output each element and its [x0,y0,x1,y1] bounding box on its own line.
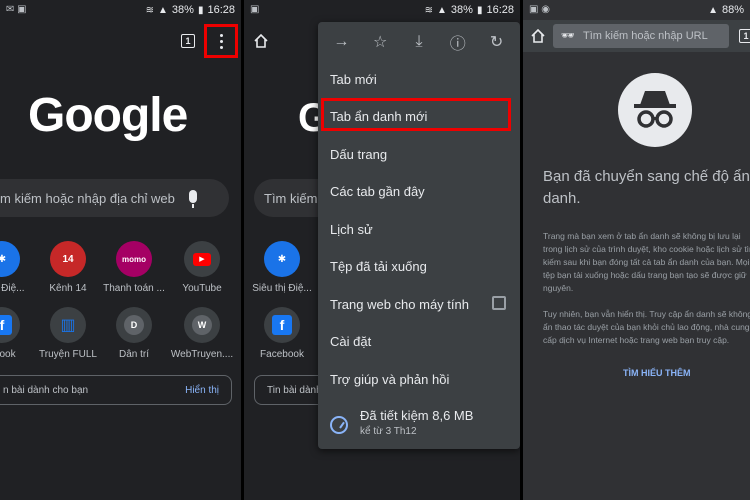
info-icon[interactable]: ⓘ [446,30,470,54]
incognito-icon [618,73,692,147]
home-icon[interactable] [531,29,545,43]
google-logo: Google [28,89,188,142]
battery-level: 38% [450,4,473,16]
signal-icon: ▲ [708,4,718,16]
letter-w-icon: W [184,307,220,343]
battery-icon: ▮ [476,4,483,16]
battery-level: 88% [721,4,744,16]
signal-icon: ▲ [437,4,447,16]
feed-header: n bài dành cho bạn Hiển thị [0,375,232,405]
book-icon: ▥ [50,307,86,343]
shortcut-label: WebTruyen.... [170,349,234,360]
search-input[interactable]: m kiếm hoặc nhập địa chỉ web [0,179,229,217]
shortcut-tile[interactable]: f ebook [0,307,34,360]
feed-show-link[interactable]: Hiển thị [185,385,219,396]
shortcut-label: Kênh 14 [49,283,87,294]
data-saver-icon [330,416,348,434]
tab-switcher-button[interactable]: 1 [181,34,195,48]
shortcut-tile[interactable]: f Facebook [250,307,314,360]
letter-d-icon: D [116,307,152,343]
shortcut-label: Truyện FULL [39,349,97,360]
overflow-menu: → ☆ ⤓ ⓘ ↻ Tab mới Tab ẩn danh mới Dấu tr… [318,22,520,449]
status-bar: ✉ ▣ ≋ ▲ 38% ▮ 16:28 [0,0,241,20]
facebook-icon: f [264,307,300,343]
shortcut-tile[interactable]: D Dân trí [102,307,166,360]
url-input[interactable]: 🕶 Tìm kiếm hoặc nhập URL [553,24,729,48]
shortcut-label: YouTube [182,283,222,294]
signal-icon: ▲ [158,4,168,16]
menu-item-recent-tabs[interactable]: Các tab gần đây [330,184,425,199]
feed-label: n bài dành cho bạn [3,384,89,396]
shortcut-label: Facebook [260,349,304,360]
url-placeholder: Tìm kiếm hoặc nhập URL [583,30,708,42]
clock: 16:28 [207,4,235,16]
menu-item-history[interactable]: Lịch sử [330,222,373,237]
menu-toolbar: → ☆ ⤓ ⓘ ↻ [318,22,520,62]
menu-item-desktop-site[interactable]: Trang web cho máy tính [330,297,469,312]
menu-item-new-tab[interactable]: Tab mới [330,72,377,87]
download-icon[interactable]: ⤓ [407,33,431,51]
shortcut-label: ebook [0,349,16,360]
alert-icon: ✉ ▣ [6,4,27,15]
shortcut-tile[interactable]: 14 Kênh 14 [36,241,100,294]
chrome-home-screen: ✉ ▣ ≋ ▲ 38% ▮ 16:28 1 Google m kiếm hoặc… [0,0,241,500]
running-person-icon: ✱ [0,241,20,277]
clock: 16:28 [486,4,514,16]
battery-level: 38% [171,4,194,16]
incognito-screen: ▣ ◉ ▲ 88% 🕶 Tìm kiếm hoặc nhập URL 1 Bạn… [523,0,750,500]
learn-more-link[interactable]: TÌM HIỂU THÊM [623,368,691,378]
incognito-title: Bạn đã chuyển sang chế độ ẩn danh. [543,168,750,207]
shortcut-label: Dân trí [118,349,149,360]
notification-icons: ▣ ◉ [529,4,550,15]
youtube-icon: ▶ [184,241,220,277]
shortcut-tile[interactable]: ▥ Truyện FULL [36,307,100,360]
desktop-site-checkbox[interactable] [492,296,506,310]
momo-icon: momo [116,241,152,277]
menu-item-bookmarks[interactable]: Dấu trang [330,147,387,162]
home-icon[interactable] [254,34,268,48]
shortcut-tile[interactable]: momo Thanh toán ... [102,241,166,294]
menu-item-downloads[interactable]: Tệp đã tải xuống [330,259,427,274]
status-bar: ▣ ◉ ▲ 88% [523,0,750,20]
menu-item-settings[interactable]: Cài đặt [330,334,371,349]
wifi-icon: ≋ [424,4,434,16]
star-icon[interactable]: ☆ [368,32,392,52]
kenh14-icon: 14 [50,241,86,277]
battery-icon: ▮ [197,4,204,16]
running-person-icon: ✱ [264,241,300,277]
feed-label: Tin bài dành [267,384,322,396]
menu-button[interactable] [204,24,238,58]
data-saved-label[interactable]: Đã tiết kiệm 8,6 MB [360,408,473,423]
shortcut-tile[interactable]: ✱ u thị Điệ... [0,241,34,294]
shortcut-label: u thị Điệ... [0,283,25,294]
shortcut-label: Thanh toán ... [103,283,165,294]
shortcut-label: Siêu thị Điệ... [252,283,312,294]
shortcut-tile[interactable]: ✱ Siêu thị Điệ... [250,241,314,294]
mic-icon[interactable] [189,190,197,208]
incognito-small-icon: 🕶 [561,30,575,42]
wifi-icon: ≋ [145,4,155,16]
chrome-menu-screen: ▣ ≋ ▲ 38% ▮ 16:28 G Tìm kiếm ✱ Siêu thị … [244,0,520,500]
image-icon: ▣ [250,4,260,15]
search-placeholder: Tìm kiếm [264,190,318,206]
incognito-warning: Tuy nhiên, bạn vẫn hiển thị. Truy cập ẩn… [543,309,750,345]
menu-item-new-incognito-tab[interactable]: Tab ẩn danh mới [330,109,427,124]
status-bar: ▣ ≋ ▲ 38% ▮ 16:28 [244,0,520,20]
facebook-icon: f [0,307,20,343]
more-vert-icon [219,33,223,49]
incognito-description: Trang mà bạn xem ở tab ẩn danh sẽ không … [543,231,750,293]
search-placeholder: m kiếm hoặc nhập địa chỉ web [0,190,175,206]
tab-switcher-button[interactable]: 1 [739,29,750,43]
forward-icon[interactable]: → [329,33,353,51]
shortcut-tile[interactable]: W WebTruyen.... [170,307,234,360]
data-saved-since: kể từ 3 Th12 [360,426,417,437]
refresh-icon[interactable]: ↻ [485,32,509,52]
shortcut-tile[interactable]: ▶ YouTube [170,241,234,294]
menu-item-help[interactable]: Trợ giúp và phản hồi [330,372,449,387]
